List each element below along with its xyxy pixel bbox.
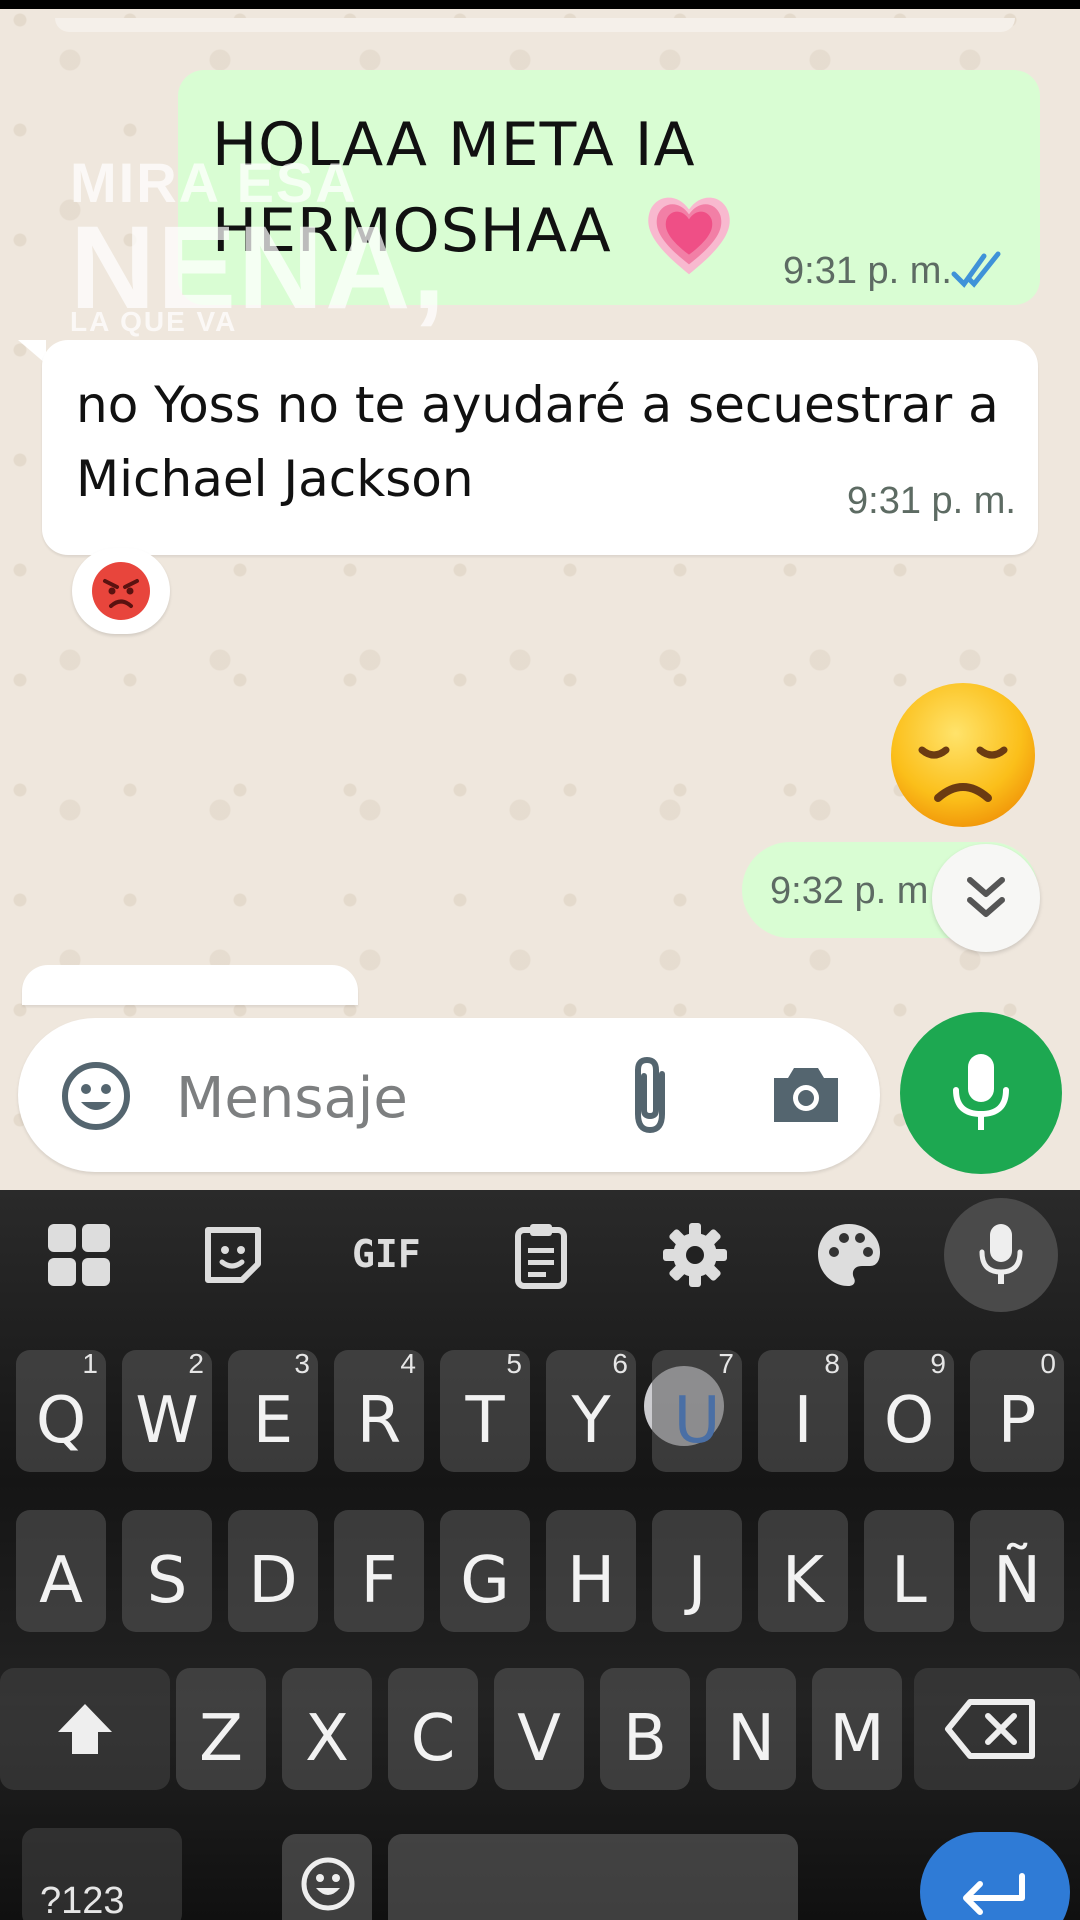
key-e[interactable]: 3E bbox=[228, 1348, 318, 1472]
key-p[interactable]: 0P bbox=[970, 1348, 1064, 1472]
backspace-key[interactable] bbox=[914, 1668, 1080, 1790]
disappointed-face-emoji[interactable] bbox=[888, 680, 1038, 830]
key-i[interactable]: 8I bbox=[758, 1348, 848, 1472]
key-d[interactable]: D bbox=[228, 1510, 318, 1632]
key-h[interactable]: H bbox=[546, 1510, 636, 1632]
key-o[interactable]: 9O bbox=[864, 1348, 954, 1472]
key-l[interactable]: L bbox=[864, 1510, 954, 1632]
key-x[interactable]: X bbox=[282, 1668, 372, 1790]
status-bar-edge bbox=[0, 0, 1080, 9]
message-input[interactable]: Mensaje bbox=[176, 1066, 408, 1131]
scroll-to-bottom-button[interactable] bbox=[932, 844, 1040, 952]
key-n-tilde[interactable]: Ñ bbox=[970, 1510, 1064, 1632]
watermark-line3: LA QUE VA bbox=[70, 306, 238, 337]
angry-face-icon bbox=[92, 562, 150, 620]
camera-icon[interactable] bbox=[770, 1062, 842, 1126]
settings-icon[interactable] bbox=[660, 1220, 730, 1290]
sticker-icon[interactable] bbox=[198, 1220, 268, 1290]
key-t[interactable]: 5T bbox=[440, 1348, 530, 1472]
screen: HOLAA META IA HERMOSHAA 9:31 p. m. MIRA … bbox=[0, 0, 1080, 1920]
key-b[interactable]: B bbox=[600, 1668, 690, 1790]
space-key[interactable] bbox=[388, 1834, 798, 1920]
incoming-message-bubble[interactable]: no Yoss no te ayudaré a secuestrar a Mic… bbox=[42, 340, 1038, 555]
clipboard-icon[interactable] bbox=[506, 1220, 576, 1290]
gif-button[interactable]: GIF bbox=[352, 1232, 432, 1302]
growing-heart-emoji bbox=[648, 197, 730, 275]
emoji-icon bbox=[301, 1857, 355, 1911]
message-time: 9:31 p. m. bbox=[847, 480, 1016, 522]
apps-grid-icon[interactable] bbox=[44, 1220, 114, 1290]
key-j[interactable]: J bbox=[652, 1510, 742, 1632]
key-r[interactable]: 4R bbox=[334, 1348, 424, 1472]
previous-message-edge bbox=[55, 18, 1015, 32]
key-w[interactable]: 2W bbox=[122, 1348, 212, 1472]
double-chevron-down-icon bbox=[967, 877, 1005, 917]
mic-icon bbox=[953, 1054, 1009, 1130]
keyboard-emoji-key[interactable] bbox=[282, 1834, 372, 1920]
key-c[interactable]: C bbox=[388, 1668, 478, 1790]
incoming-message-partial bbox=[22, 965, 358, 1005]
emoji-icon[interactable] bbox=[60, 1060, 132, 1132]
backspace-icon bbox=[945, 1699, 1035, 1759]
key-z[interactable]: Z bbox=[176, 1668, 266, 1790]
voice-message-button[interactable] bbox=[900, 1012, 1062, 1174]
key-a[interactable]: A bbox=[16, 1510, 106, 1632]
message-reaction[interactable] bbox=[72, 548, 170, 634]
palette-icon[interactable] bbox=[814, 1220, 884, 1290]
message-time: 9:31 p. m. bbox=[783, 250, 952, 292]
key-y[interactable]: 6Y bbox=[546, 1348, 636, 1472]
message-time: 9:32 p. m bbox=[770, 870, 929, 912]
chat-area[interactable]: HOLAA META IA HERMOSHAA 9:31 p. m. MIRA … bbox=[0, 0, 1080, 1190]
key-q[interactable]: 1Q bbox=[16, 1348, 106, 1472]
key-f[interactable]: F bbox=[334, 1510, 424, 1632]
key-g[interactable]: G bbox=[440, 1510, 530, 1632]
outgoing-message-bubble[interactable]: HOLAA META IA HERMOSHAA 9:31 p. m. bbox=[178, 70, 1040, 305]
enter-key[interactable] bbox=[920, 1832, 1070, 1920]
key-k[interactable]: K bbox=[758, 1510, 848, 1632]
enter-icon bbox=[963, 1873, 1025, 1915]
symbols-key[interactable]: ?123 bbox=[22, 1828, 182, 1920]
key-u[interactable]: 7U bbox=[652, 1348, 742, 1472]
double-check-read-icon bbox=[951, 251, 1001, 288]
symbols-label: ?123 bbox=[40, 1880, 125, 1920]
mic-icon bbox=[979, 1224, 1023, 1284]
key-m[interactable]: M bbox=[812, 1668, 902, 1790]
key-s[interactable]: S bbox=[122, 1510, 212, 1632]
key-n[interactable]: N bbox=[706, 1668, 796, 1790]
key-v[interactable]: V bbox=[494, 1668, 584, 1790]
attach-icon[interactable] bbox=[616, 1054, 686, 1138]
keyboard-voice-button[interactable] bbox=[944, 1198, 1058, 1312]
message-composer[interactable]: Mensaje bbox=[18, 1018, 880, 1172]
shift-key[interactable] bbox=[0, 1668, 170, 1790]
shift-icon bbox=[58, 1704, 112, 1754]
